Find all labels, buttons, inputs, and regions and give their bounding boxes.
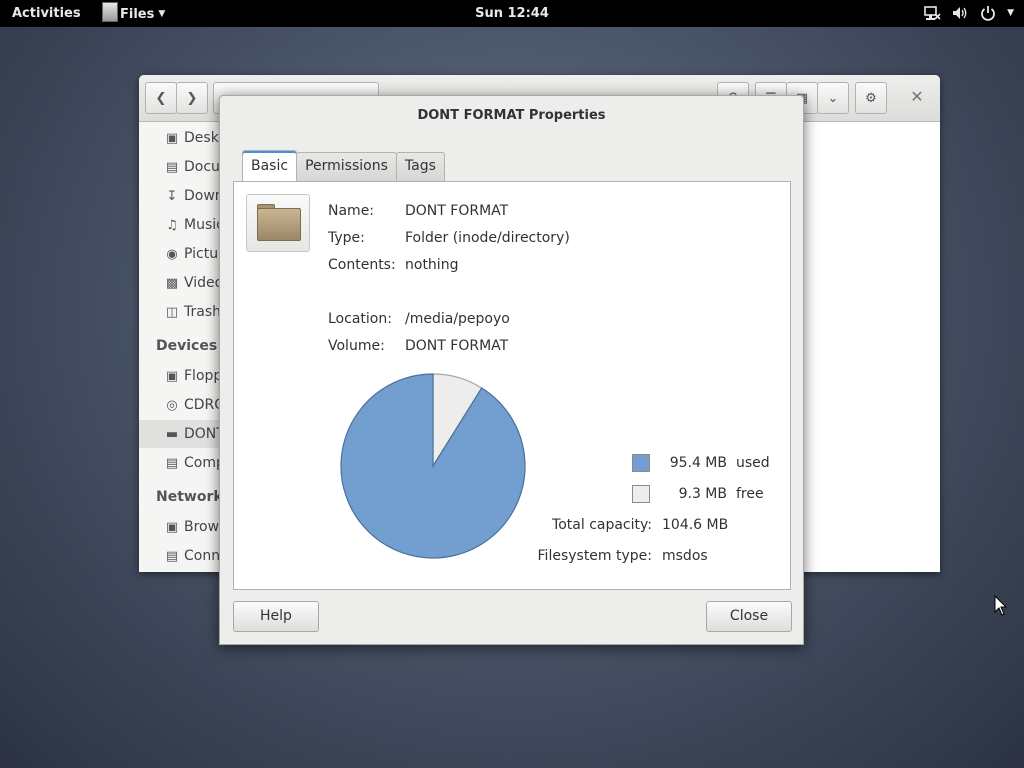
sidebar-item-label: Flopp <box>184 368 223 384</box>
music-icon: ♫ <box>166 217 178 233</box>
server-icon: ▤ <box>165 548 179 564</box>
floppy-icon: ▣ <box>165 368 179 384</box>
name-value: DONT FORMAT <box>405 203 509 219</box>
type-value: Folder (inode/directory) <box>405 230 570 246</box>
help-button[interactable]: Help <box>233 601 319 632</box>
free-label: free <box>736 486 764 502</box>
chevron-down-icon: ▼ <box>158 9 166 19</box>
close-icon: ✕ <box>910 87 924 106</box>
activities-button[interactable]: Activities <box>12 6 81 21</box>
chevron-down-icon: ▼ <box>1007 8 1014 18</box>
clock[interactable]: Sun 12:44 <box>475 6 549 21</box>
settings-button[interactable]: ⚙ <box>855 82 887 114</box>
contents-value: nothing <box>405 257 459 273</box>
chevron-down-icon: ⌄ <box>827 90 839 106</box>
top-bar: Activities Files ▼ Sun 12:44 ▼ <box>0 0 1024 27</box>
app-menu[interactable]: Files ▼ <box>102 2 166 22</box>
dialog-title: DONT FORMAT Properties <box>417 108 606 123</box>
network-heading: Network <box>156 489 223 505</box>
sidebar-item-label: Brow <box>184 519 220 535</box>
film-icon: ▩ <box>165 275 179 291</box>
network-icon: ▣ <box>165 519 179 535</box>
type-label: Type: <box>328 230 365 246</box>
tab-bar: Basic Permissions Tags <box>242 150 445 182</box>
folder-icon-button[interactable] <box>246 194 310 252</box>
trash-icon: ◫ <box>165 304 179 320</box>
optical-disc-icon: ◎ <box>166 397 178 413</box>
tab-tags[interactable]: Tags <box>395 152 445 181</box>
name-label: Name: <box>328 203 375 219</box>
gear-icon: ⚙ <box>865 90 877 106</box>
sidebar-item-label: Conn <box>184 548 221 564</box>
tab-permissions[interactable]: Permissions <box>296 152 397 181</box>
sidebar-item-label: Trash <box>184 304 221 320</box>
chevron-right-icon: ❯ <box>186 90 198 106</box>
document-icon: ▤ <box>165 159 179 175</box>
mouse-pointer-icon <box>994 595 1008 616</box>
basic-panel: Name: DONT FORMAT Type: Folder (inode/di… <box>233 181 791 590</box>
volume-label: Volume: <box>328 338 385 354</box>
sidebar-item-label: Video <box>184 275 224 291</box>
close-button[interactable]: Close <box>706 601 792 632</box>
folder-icon-body <box>257 208 301 241</box>
power-icon <box>981 6 995 21</box>
sidebar-item-label: Pictur <box>184 246 224 262</box>
camera-icon: ◉ <box>166 246 178 262</box>
total-capacity-label: Total capacity: <box>552 517 652 533</box>
location-label: Location: <box>328 311 392 327</box>
filesystem-type-label: Filesystem type: <box>537 548 652 564</box>
folder-icon: ▣ <box>165 130 179 146</box>
volume-value: DONT FORMAT <box>405 338 509 354</box>
contents-label: Contents: <box>328 257 396 273</box>
window-close-button[interactable]: ✕ <box>905 87 929 109</box>
chevron-left-icon: ❮ <box>155 90 167 106</box>
free-size-value: 9.3 MB <box>678 486 727 502</box>
drive-icon: ▬ <box>165 426 179 442</box>
network-wired-icon <box>924 6 941 20</box>
sidebar-item-label: Docu <box>184 159 220 175</box>
used-size-value: 95.4 MB <box>669 455 727 471</box>
tab-basic[interactable]: Basic <box>242 150 298 181</box>
sidebar-item-label: Down <box>184 188 224 204</box>
devices-heading: Devices <box>156 338 218 354</box>
sidebar-item-label: Music <box>184 217 224 233</box>
filesystem-type-value: msdos <box>662 548 708 564</box>
files-app-icon <box>102 2 118 22</box>
computer-icon: ▤ <box>165 455 179 471</box>
view-options-button[interactable]: ⌄ <box>817 82 849 114</box>
system-status-menu[interactable]: ▼ <box>923 4 1014 22</box>
total-capacity-value: 104.6 MB <box>662 517 729 533</box>
location-value: /media/pepoyo <box>405 311 510 327</box>
properties-dialog: DONT FORMAT Properties Basic Permissions… <box>219 95 804 645</box>
forward-button[interactable]: ❯ <box>176 82 208 114</box>
volume-icon <box>953 7 967 19</box>
used-label: used <box>736 455 770 471</box>
back-button[interactable]: ❮ <box>145 82 177 114</box>
app-menu-label: Files <box>120 6 155 22</box>
download-icon: ↧ <box>166 188 178 204</box>
